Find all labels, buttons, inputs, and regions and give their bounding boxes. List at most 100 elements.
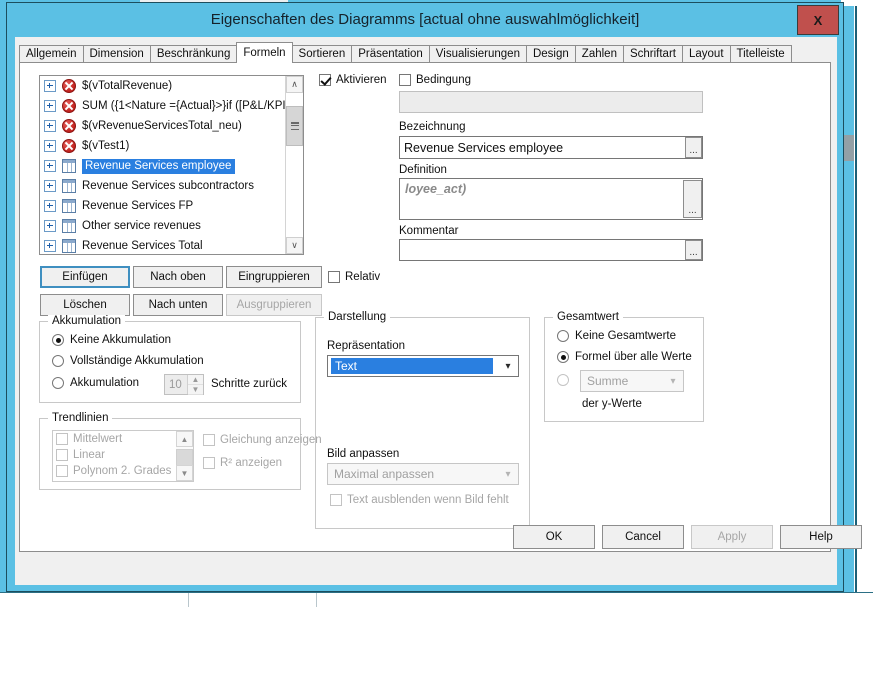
expand-icon[interactable] [44, 140, 56, 152]
insert-button[interactable]: Einfügen [40, 266, 130, 288]
list-item-label: Revenue Services Total [82, 240, 203, 252]
gesamtwert-group: Gesamtwert Keine Gesamtwerte Formel über… [544, 311, 704, 422]
kommentar-ellipsis-button[interactable]: ... [685, 240, 702, 260]
screen: Eigenschaften des Diagramms [actual ohne… [0, 0, 873, 688]
list-item[interactable]: Revenue Services subcontractors [40, 176, 303, 196]
formula-list-scrollbar[interactable]: ∧ ∨ [285, 76, 303, 254]
condition-input[interactable] [399, 91, 703, 113]
trendlinien-group: Trendlinien Mittelwert Linear Polynom 2.… [39, 412, 322, 490]
scroll-down-icon[interactable]: ∨ [286, 237, 303, 254]
tab-visualisierungen[interactable]: Visualisierungen [428, 45, 527, 62]
background-scrollbar-thumb[interactable] [843, 135, 854, 161]
move-down-button[interactable]: Nach unten [133, 294, 223, 316]
ok-button[interactable]: OK [513, 525, 595, 549]
formula-list[interactable]: $(vTotalRevenue) SUM ({1<Nature ={Actual… [39, 75, 304, 255]
expand-icon[interactable] [44, 160, 56, 172]
list-item-label: Mittelwert [73, 433, 123, 445]
tab-allgemein[interactable]: Allgemein [19, 45, 84, 62]
list-item[interactable]: Revenue Services Total [40, 236, 303, 254]
tab-dimension[interactable]: Dimension [82, 45, 151, 62]
relativ-checkbox[interactable]: Relativ [328, 271, 380, 283]
apply-button-label: Apply [717, 531, 747, 543]
repraesentation-select[interactable]: Text ▾ [327, 355, 519, 377]
list-item[interactable]: $(vTest1) [40, 136, 303, 156]
expand-icon[interactable] [44, 240, 56, 252]
background-column-divider [316, 593, 317, 607]
list-item[interactable]: Other service revenues [40, 216, 303, 236]
expand-icon[interactable] [44, 220, 56, 232]
aggregation-suffix-label: der y-Werte [582, 398, 642, 410]
tab-titelleiste[interactable]: Titelleiste [729, 45, 792, 62]
hide-text-checkbox[interactable]: Text ausblenden wenn Bild fehlt [330, 494, 509, 506]
kommentar-input[interactable] [399, 239, 703, 261]
list-item[interactable]: Polynom 2. Grades [53, 463, 193, 479]
list-item[interactable]: SUM ({1<Nature ={Actual}>}if ([P&L/KPIs … [40, 96, 303, 116]
darstellung-group-title: Darstellung [324, 311, 391, 323]
scroll-down-icon[interactable]: ▼ [176, 465, 193, 481]
help-button[interactable]: Help [780, 525, 862, 549]
tab-schriftart[interactable]: Schriftart [622, 45, 683, 62]
dialog-title-bar[interactable]: Eigenschaften des Diagramms [actual ohne… [7, 3, 843, 37]
bild-anpassen-select[interactable]: Maximal anpassen ▾ [327, 463, 519, 485]
checkbox-box-icon [203, 434, 215, 446]
radio-keine-gesamtwerte[interactable]: Keine Gesamtwerte [557, 330, 676, 342]
expand-icon[interactable] [44, 180, 56, 192]
radio-vollstaendige-akkumulation[interactable]: Vollständige Akkumulation [52, 355, 204, 367]
delete-button[interactable]: Löschen [40, 294, 130, 316]
checkbox-box-icon [330, 494, 342, 506]
radio-vollstaendige-akkumulation-label: Vollständige Akkumulation [70, 355, 204, 367]
tab-formeln[interactable]: Formeln [236, 42, 293, 63]
bezeichnung-ellipsis-button[interactable]: ... [685, 137, 702, 158]
tab-beschraenkung[interactable]: Beschränkung [149, 45, 238, 62]
radio-dot-icon [52, 334, 64, 346]
stepper-down-icon[interactable]: ▼ [188, 385, 203, 395]
stepper-arrows[interactable]: ▲ ▼ [187, 375, 203, 395]
radio-keine-akkumulation[interactable]: Keine Akkumulation [52, 334, 171, 346]
expand-icon[interactable] [44, 120, 56, 132]
radio-aggregation[interactable] [557, 374, 575, 386]
scrollbar-thumb[interactable] [286, 106, 303, 146]
chevron-down-icon[interactable]: ▾ [499, 465, 517, 483]
tab-layout[interactable]: Layout [681, 45, 731, 62]
scroll-up-icon[interactable]: ▲ [176, 431, 193, 447]
stepper-up-icon[interactable]: ▲ [188, 375, 203, 385]
list-item[interactable]: Polynom 3. Grades [53, 479, 193, 481]
list-item[interactable]: Revenue Services FP [40, 196, 303, 216]
show-r2-checkbox[interactable]: R² anzeigen [203, 457, 282, 469]
list-item-selected[interactable]: Revenue Services employee [40, 156, 303, 176]
condition-checkbox[interactable]: Bedingung [399, 74, 471, 86]
tab-sortieren[interactable]: Sortieren [291, 45, 353, 62]
tab-praesentation[interactable]: Präsentation [351, 45, 430, 62]
tab-zahlen[interactable]: Zahlen [574, 45, 624, 62]
bezeichnung-input[interactable]: Revenue Services employee [399, 136, 703, 159]
trendlinien-list[interactable]: Mittelwert Linear Polynom 2. Grades ▲ ▼ [52, 430, 194, 482]
steps-stepper[interactable]: 10 ▲ ▼ [164, 374, 204, 395]
show-equation-checkbox[interactable]: Gleichung anzeigen [203, 434, 322, 446]
group-button[interactable]: Eingruppieren [226, 266, 322, 288]
list-item[interactable]: Linear [53, 447, 193, 463]
list-item[interactable]: $(vRevenueServicesTotal_neu) [40, 116, 303, 136]
list-item[interactable]: Mittelwert [53, 431, 193, 447]
chevron-down-icon[interactable]: ▾ [664, 372, 682, 390]
cancel-button[interactable]: Cancel [602, 525, 684, 549]
table-icon [62, 219, 76, 233]
radio-formel-ueber-alle-werte[interactable]: Formel über alle Werte [557, 351, 692, 363]
move-up-button[interactable]: Nach oben [133, 266, 223, 288]
tab-design[interactable]: Design [525, 45, 576, 62]
list-item[interactable]: $(vTotalRevenue) [40, 76, 303, 96]
background-scrollbar-track[interactable] [843, 6, 854, 600]
definition-ellipsis-button[interactable]: ... [683, 180, 702, 218]
expand-icon[interactable] [44, 200, 56, 212]
radio-akkumulation-steps[interactable]: Akkumulation [52, 377, 139, 389]
kommentar-label: Kommentar [399, 225, 458, 237]
definition-input[interactable]: loyee_act) [399, 178, 703, 220]
chevron-down-icon[interactable]: ▾ [499, 357, 517, 375]
expand-icon[interactable] [44, 80, 56, 92]
scroll-up-icon[interactable]: ∧ [286, 76, 303, 93]
cancel-button-label: Cancel [625, 531, 661, 543]
expand-icon[interactable] [44, 100, 56, 112]
close-icon[interactable]: X [797, 5, 839, 35]
aggregation-select[interactable]: Summe ▾ [580, 370, 684, 392]
trendlinien-scrollbar[interactable]: ▲ ▼ [176, 431, 193, 481]
activate-checkbox[interactable]: Aktivieren [319, 74, 387, 86]
